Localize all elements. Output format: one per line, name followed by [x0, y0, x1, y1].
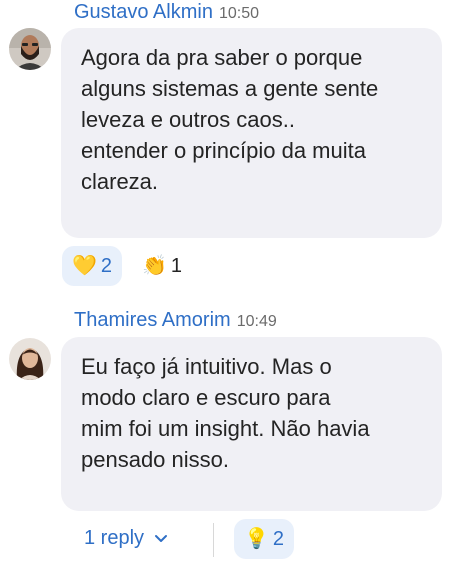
- avatar-photo-gustavo: [9, 28, 51, 70]
- reaction-heart[interactable]: 💛 2: [62, 246, 123, 286]
- message-bubble[interactable]: Eu faço já intuitivo. Mas o modo claro e…: [61, 337, 442, 511]
- replies-toggle[interactable]: 1 reply: [84, 527, 168, 550]
- clapping-hands-icon: 👏: [142, 255, 167, 277]
- avatar[interactable]: [9, 338, 51, 380]
- divider: [213, 523, 214, 557]
- author-name[interactable]: Gustavo Alkmin: [74, 1, 213, 23]
- avatar[interactable]: [9, 28, 51, 70]
- reaction-count: 2: [100, 254, 113, 277]
- avatar-photo-thamires: [9, 338, 51, 380]
- author-name[interactable]: Thamires Amorim: [74, 309, 231, 331]
- message-header: Gustavo Alkmin 10:50: [74, 1, 259, 24]
- chevron-down-icon: [155, 534, 168, 542]
- message-time: 10:49: [236, 313, 277, 330]
- message-text: Agora da pra saber o porque alguns siste…: [81, 45, 379, 194]
- message-bubble[interactable]: Agora da pra saber o porque alguns siste…: [61, 28, 442, 238]
- reaction-count: 1: [170, 254, 183, 277]
- yellow-heart-icon: 💛: [72, 255, 97, 277]
- message-text: Eu faço já intuitivo. Mas o modo claro e…: [81, 354, 370, 472]
- reaction-count: 2: [272, 527, 285, 550]
- message-header: Thamires Amorim 10:49: [74, 309, 277, 332]
- reaction-clap[interactable]: 👏 1: [138, 246, 186, 286]
- light-bulb-icon: 💡: [244, 528, 269, 550]
- reply-count-label: 1 reply: [84, 527, 145, 549]
- message-time: 10:50: [218, 5, 259, 22]
- reaction-bulb[interactable]: 💡 2: [234, 519, 295, 559]
